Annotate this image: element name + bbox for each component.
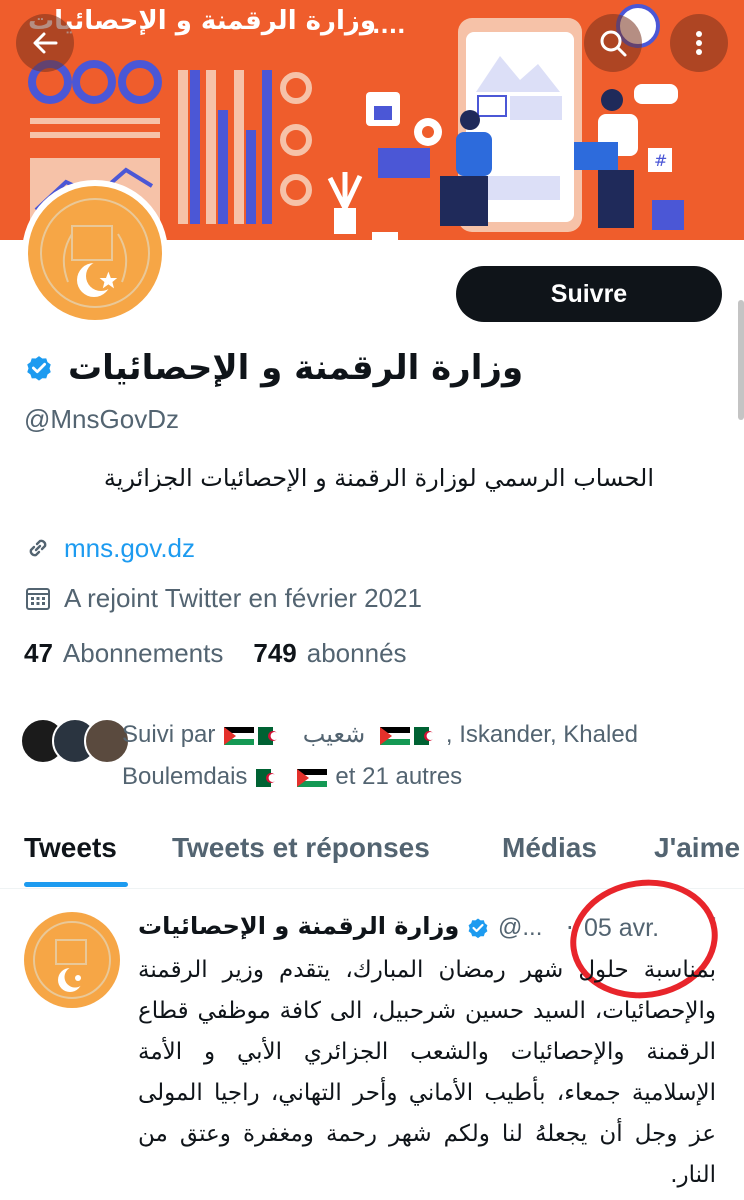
search-button[interactable] xyxy=(584,14,642,72)
profile-tabs: Tweets Tweets et réponses Médias J'aime xyxy=(0,818,744,889)
profile-handle: @MnsGovDz xyxy=(24,404,179,434)
algeria-flag-icon xyxy=(413,726,444,745)
palestine-flag-icon xyxy=(379,726,410,745)
banner-title: وزارة الرقمنة و الإحصائيات xyxy=(28,6,377,36)
followed-by-suffix: et 21 autres xyxy=(335,763,463,790)
calendar-icon xyxy=(26,588,50,610)
followers-count: 749 xyxy=(253,638,297,668)
profile-website-link[interactable]: mns.gov.dz xyxy=(64,533,195,564)
profile-bio: الحساب الرسمي لوزارة الرقمنة و الإحصائيا… xyxy=(103,464,654,492)
tweet-author-avatar[interactable] xyxy=(24,912,120,1008)
more-vertical-icon xyxy=(696,31,702,55)
profile-stats: 47 Abonnements 749 abonnés xyxy=(24,638,407,669)
followers-you-know-avatars[interactable] xyxy=(20,718,130,764)
profile-avatar[interactable] xyxy=(22,180,168,326)
active-tab-indicator xyxy=(24,882,128,887)
palestine-flag-icon xyxy=(296,768,327,787)
followed-by-text[interactable]: Suivi par شعيب , Iskander, Khaled Boulem… xyxy=(122,714,722,798)
arrow-left-icon xyxy=(33,32,58,54)
following-count: 47 xyxy=(24,638,53,668)
link-icon xyxy=(29,539,47,557)
following-stat[interactable]: 47 Abonnements xyxy=(24,638,223,669)
tab-tweets[interactable]: Tweets xyxy=(24,832,117,864)
emblem-icon xyxy=(33,921,111,999)
followers-stat[interactable]: 749 abonnés xyxy=(253,638,406,669)
followed-by-prefix: Suivi par xyxy=(122,721,216,748)
profile-name: وزارة الرقمنة و الإحصائيات xyxy=(68,348,524,388)
algeria-flag-icon xyxy=(256,768,287,787)
followed-by-name-1: شعيب xyxy=(302,721,366,748)
tab-media[interactable]: Médias xyxy=(502,832,597,864)
tweet-author-name[interactable]: وزارة الرقمنة و الإحصائيات xyxy=(138,912,459,940)
profile-joined-row: A rejoint Twitter en février 2021 xyxy=(24,578,422,618)
search-icon xyxy=(600,30,627,57)
more-button[interactable] xyxy=(670,14,728,72)
follow-button[interactable]: Suivre xyxy=(456,266,722,322)
palestine-flag-icon xyxy=(224,726,255,745)
tweet-author-handle: @... xyxy=(498,914,543,941)
followed-by-name-2: Boulemdais xyxy=(122,763,248,790)
algeria-flag-icon xyxy=(258,726,289,745)
ministry-logo xyxy=(28,186,162,320)
followed-by-rest: , Iskander, Khaled xyxy=(445,721,639,748)
tweet-text: بمناسبة حلول شهر رمضان المبارك، يتقدم وز… xyxy=(138,957,716,1188)
profile-joined-date: A rejoint Twitter en février 2021 xyxy=(64,582,422,613)
back-button[interactable] xyxy=(16,14,74,72)
emblem-icon xyxy=(40,198,150,308)
banner-dots: .... xyxy=(372,14,406,39)
verified-badge-icon xyxy=(27,356,51,381)
verified-badge-icon xyxy=(468,918,488,939)
svg-text:#: # xyxy=(654,151,667,170)
tab-likes[interactable]: J'aime xyxy=(654,832,740,864)
tab-tweets-and-replies[interactable]: Tweets et réponses xyxy=(172,832,430,864)
profile-website-row: mns.gov.dz xyxy=(24,528,195,568)
followers-label: abonnés xyxy=(306,638,407,668)
profile-name-row: وزارة الرقمنة و الإحصائيات xyxy=(24,342,523,394)
scrollbar[interactable] xyxy=(738,300,744,420)
following-label: Abonnements xyxy=(62,638,224,668)
